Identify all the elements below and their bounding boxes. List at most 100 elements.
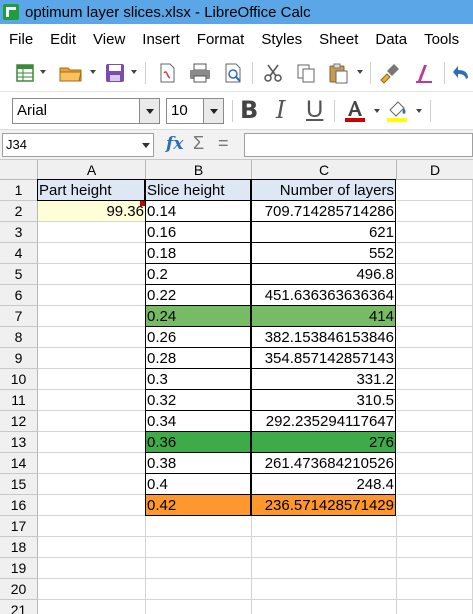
highlight-dropdown-arrow[interactable] — [416, 109, 422, 113]
cell-c6[interactable]: 451.636363636364 — [251, 284, 396, 306]
cell-c16[interactable]: 236.571428571429 — [251, 494, 396, 516]
cell-b15[interactable]: 0.4 — [145, 473, 251, 495]
cell-b18[interactable] — [146, 537, 252, 558]
cell-b20[interactable] — [146, 579, 252, 600]
row-header-12[interactable]: 12 — [0, 411, 38, 432]
cell-a19[interactable] — [38, 558, 146, 579]
chevron-down-icon[interactable] — [139, 134, 153, 156]
cell-d6[interactable] — [397, 285, 473, 306]
row-header-1[interactable]: 1 — [0, 180, 38, 201]
cell-c5[interactable]: 496.8 — [251, 263, 396, 285]
cell-c10[interactable]: 331.2 — [251, 368, 396, 390]
cell-a14[interactable] — [38, 453, 146, 474]
cell-c2[interactable]: 709.714285714286 — [251, 200, 396, 222]
cell-a13[interactable] — [38, 432, 146, 453]
chevron-down-icon[interactable] — [203, 99, 223, 123]
cell-b19[interactable] — [146, 558, 252, 579]
cell-d2[interactable] — [397, 201, 473, 222]
cell-b5[interactable]: 0.2 — [145, 263, 251, 285]
cell-c20[interactable] — [252, 579, 397, 600]
formula-button[interactable]: = — [218, 133, 229, 154]
row-header-15[interactable]: 15 — [0, 474, 38, 495]
cell-a16[interactable] — [38, 495, 146, 516]
cell-d4[interactable] — [397, 243, 473, 264]
cell-a1[interactable]: Part height — [37, 179, 145, 201]
cell-c3[interactable]: 621 — [251, 221, 396, 243]
font-color-dropdown-arrow[interactable] — [374, 109, 380, 113]
cell-b7[interactable]: 0.24 — [145, 305, 251, 327]
cell-a11[interactable] — [38, 390, 146, 411]
cell-d18[interactable] — [397, 537, 473, 558]
cell-a21[interactable] — [38, 600, 146, 614]
row-header-8[interactable]: 8 — [0, 327, 38, 348]
bold-button[interactable]: B — [240, 96, 258, 124]
cell-a5[interactable] — [38, 264, 146, 285]
cell-a10[interactable] — [38, 369, 146, 390]
new-spreadsheet-icon[interactable] — [14, 62, 36, 84]
cell-b3[interactable]: 0.16 — [145, 221, 251, 243]
row-header-19[interactable]: 19 — [0, 558, 38, 579]
cell-b13[interactable]: 0.36 — [145, 431, 251, 453]
cell-d7[interactable] — [397, 306, 473, 327]
new-dropdown-arrow[interactable] — [40, 70, 46, 74]
menu-format[interactable]: Format — [197, 31, 245, 48]
open-folder-icon[interactable] — [58, 62, 84, 84]
cell-d13[interactable] — [397, 432, 473, 453]
cell-c1[interactable]: Number of layers — [251, 179, 396, 201]
cut-icon[interactable] — [262, 62, 284, 84]
paste-dropdown-arrow[interactable] — [357, 70, 363, 74]
cell-d5[interactable] — [397, 264, 473, 285]
cell-d17[interactable] — [397, 516, 473, 537]
cell-a18[interactable] — [38, 537, 146, 558]
cell-b6[interactable]: 0.22 — [145, 284, 251, 306]
menu-tools[interactable]: Tools — [424, 31, 459, 48]
cell-a20[interactable] — [38, 579, 146, 600]
cell-d1[interactable] — [397, 180, 473, 201]
clear-formatting-icon[interactable] — [413, 62, 435, 84]
cell-b2[interactable]: 0.14 — [145, 200, 251, 222]
highlight-color-icon[interactable] — [384, 98, 410, 124]
cell-b12[interactable]: 0.34 — [145, 410, 251, 432]
cell-c9[interactable]: 354.857142857143 — [251, 347, 396, 369]
cell-a15[interactable] — [38, 474, 146, 495]
open-dropdown-arrow[interactable] — [90, 70, 96, 74]
cell-b9[interactable]: 0.28 — [145, 347, 251, 369]
print-icon[interactable] — [188, 62, 212, 84]
cell-a6[interactable] — [38, 285, 146, 306]
cell-d16[interactable] — [397, 495, 473, 516]
cell-d8[interactable] — [397, 327, 473, 348]
undo-icon[interactable] — [452, 62, 472, 84]
cell-a17[interactable] — [38, 516, 146, 537]
cell-b4[interactable]: 0.18 — [145, 242, 251, 264]
cell-b21[interactable] — [146, 600, 252, 614]
menu-file[interactable]: File — [9, 31, 33, 48]
sum-button[interactable]: Σ — [193, 133, 204, 154]
row-header-13[interactable]: 13 — [0, 432, 38, 453]
cell-d20[interactable] — [397, 579, 473, 600]
menu-sheet[interactable]: Sheet — [319, 31, 358, 48]
cell-c12[interactable]: 292.235294117647 — [251, 410, 396, 432]
cell-d9[interactable] — [397, 348, 473, 369]
row-header-9[interactable]: 9 — [0, 348, 38, 369]
row-header-18[interactable]: 18 — [0, 537, 38, 558]
cell-d3[interactable] — [397, 222, 473, 243]
cell-c21[interactable] — [252, 600, 397, 614]
formula-input[interactable] — [244, 133, 473, 157]
row-header-16[interactable]: 16 — [0, 495, 38, 516]
cell-c7[interactable]: 414 — [251, 305, 396, 327]
cell-d19[interactable] — [397, 558, 473, 579]
cell-b17[interactable] — [146, 516, 252, 537]
copy-icon[interactable] — [295, 62, 317, 84]
paste-icon[interactable] — [327, 62, 349, 84]
chevron-down-icon[interactable] — [139, 99, 159, 123]
column-header-a[interactable]: A — [38, 160, 146, 180]
font-color-icon[interactable] — [342, 98, 368, 124]
cell-c17[interactable] — [252, 516, 397, 537]
row-header-20[interactable]: 20 — [0, 579, 38, 600]
row-header-17[interactable]: 17 — [0, 516, 38, 537]
column-header-b[interactable]: B — [146, 160, 252, 180]
cell-b1[interactable]: Slice height — [145, 179, 251, 201]
row-header-11[interactable]: 11 — [0, 390, 38, 411]
cell-a4[interactable] — [38, 243, 146, 264]
menu-insert[interactable]: Insert — [142, 31, 180, 48]
